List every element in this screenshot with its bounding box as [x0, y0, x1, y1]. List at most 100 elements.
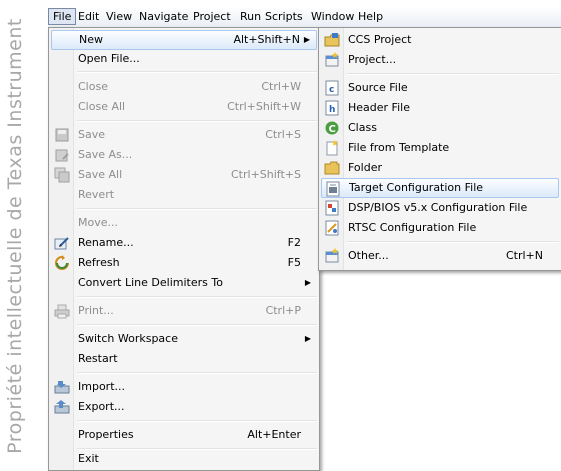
menu-item-label: Convert Line Delimiters To: [78, 276, 223, 289]
menu-edit[interactable]: Edit: [74, 9, 103, 24]
menu-item-switch-workspace[interactable]: Switch Workspace ▶: [51, 329, 317, 349]
menu-separator: [347, 241, 559, 243]
watermark-text: Propriété intellectuelle de Texas Instru…: [4, 17, 27, 454]
menu-item-shortcut: Alt+Shift+N: [233, 33, 300, 46]
menu-item-shortcut: Ctrl+P: [265, 304, 301, 317]
menu-item-label: Open File...: [78, 52, 140, 65]
menu-separator: [77, 208, 317, 210]
submenu-item-class[interactable]: C Class: [321, 118, 559, 138]
submenu-item-folder[interactable]: Folder: [321, 158, 559, 178]
menu-item-new[interactable]: New Alt+Shift+N ▶: [51, 30, 317, 50]
rename-icon: [54, 235, 70, 251]
refresh-icon: [54, 255, 70, 271]
menu-item-import[interactable]: Import...: [51, 377, 317, 397]
menu-item-label: Close All: [78, 100, 126, 113]
submenu-item-rtsc-config[interactable]: RTSC Configuration File: [321, 218, 559, 238]
project-icon: [324, 52, 340, 68]
submenu-item-project[interactable]: Project...: [321, 50, 559, 70]
ccs-project-icon: [324, 32, 340, 48]
menu-item-shortcut: F2: [287, 236, 301, 249]
file-menu: New Alt+Shift+N ▶ Open File... Close Ctr…: [48, 27, 320, 471]
target-config-icon: [325, 181, 341, 197]
menu-item-label: Close: [78, 80, 108, 93]
menu-item-properties[interactable]: Properties Alt+Enter: [51, 425, 317, 445]
menu-separator: [77, 71, 317, 73]
new-submenu: CCS Project Project... c Source File h H…: [318, 27, 561, 271]
menu-item-export[interactable]: Export...: [51, 397, 317, 417]
menu-item-close[interactable]: Close Ctrl+W: [51, 77, 317, 97]
submenu-arrow-icon: ▶: [304, 278, 311, 287]
header-file-icon: h: [324, 100, 340, 116]
folder-icon: [324, 160, 340, 176]
menu-separator: [77, 324, 317, 326]
menu-scripts[interactable]: Scripts: [261, 9, 307, 24]
menu-item-shortcut: Ctrl+Shift+S: [231, 168, 301, 181]
submenu-item-target-configuration-file[interactable]: Target Configuration File: [321, 178, 559, 198]
menu-item-label: Class: [348, 121, 377, 134]
watermark: Propriété intellectuelle de Texas Instru…: [2, 0, 28, 471]
dsp-bios-icon: [324, 200, 340, 216]
submenu-item-header-file[interactable]: h Header File: [321, 98, 559, 118]
svg-text:c: c: [329, 85, 334, 95]
menu-item-revert[interactable]: Revert: [51, 185, 317, 205]
import-icon: [54, 379, 70, 395]
rtsc-config-icon: [324, 220, 340, 236]
menu-item-restart[interactable]: Restart: [51, 349, 317, 369]
submenu-arrow-icon: ▶: [303, 35, 310, 44]
menu-view[interactable]: View: [102, 9, 136, 24]
menu-file[interactable]: File: [48, 8, 77, 25]
menu-item-exit[interactable]: Exit: [51, 449, 317, 469]
menu-item-label: Target Configuration File: [349, 181, 484, 194]
menu-item-label: Switch Workspace: [78, 332, 178, 345]
menu-item-label: Export...: [78, 400, 125, 413]
export-icon: [54, 399, 70, 415]
menu-bar: File Edit View Navigate Project Run Scri…: [48, 7, 561, 28]
menu-item-label: Folder: [348, 161, 382, 174]
menu-item-refresh[interactable]: Refresh F5: [51, 253, 317, 273]
menu-item-label: Import...: [78, 380, 125, 393]
submenu-item-file-from-template[interactable]: File from Template: [321, 138, 559, 158]
menu-item-save-as[interactable]: Save As...: [51, 145, 317, 165]
menu-item-label: Revert: [78, 188, 115, 201]
menu-item-move[interactable]: Move...: [51, 213, 317, 233]
menu-item-label: File from Template: [348, 141, 450, 154]
menu-project[interactable]: Project: [189, 9, 235, 24]
menu-item-print[interactable]: Print... Ctrl+P: [51, 301, 317, 321]
submenu-item-ccs-project[interactable]: CCS Project: [321, 30, 559, 50]
print-icon: [54, 303, 70, 319]
menu-item-label: Refresh: [78, 256, 120, 269]
menu-item-label: CCS Project: [348, 33, 412, 46]
other-icon: [324, 248, 340, 264]
menu-item-save-all[interactable]: Save All Ctrl+Shift+S: [51, 165, 317, 185]
menu-item-label: Exit: [78, 452, 99, 465]
menu-item-label: Header File: [348, 101, 410, 114]
menu-separator: [77, 120, 317, 122]
save-icon: [54, 127, 70, 143]
save-as-icon: [54, 147, 70, 163]
submenu-arrow-icon: ▶: [304, 334, 311, 343]
menu-item-label: Source File: [348, 81, 408, 94]
submenu-item-source-file[interactable]: c Source File: [321, 78, 559, 98]
submenu-item-dsp-bios-config[interactable]: DSP/BIOS v5.x Configuration File: [321, 198, 559, 218]
menu-help[interactable]: Help: [354, 9, 387, 24]
menu-item-label: RTSC Configuration File: [348, 221, 477, 234]
menu-separator: [77, 420, 317, 422]
menu-window[interactable]: Window: [307, 9, 358, 24]
menu-item-label: Save: [78, 128, 106, 141]
menu-item-close-all[interactable]: Close All Ctrl+Shift+W: [51, 97, 317, 117]
menu-item-rename[interactable]: Rename... F2: [51, 233, 317, 253]
menu-item-label: Print...: [78, 304, 114, 317]
menu-separator: [77, 296, 317, 298]
save-all-icon: [54, 167, 70, 183]
menu-item-convert-line-delimiters[interactable]: Convert Line Delimiters To ▶: [51, 273, 317, 293]
submenu-item-other[interactable]: Other... Ctrl+N: [321, 246, 559, 266]
menu-item-open-file[interactable]: Open File...: [51, 49, 317, 69]
menu-item-label: DSP/BIOS v5.x Configuration File: [348, 201, 528, 214]
menu-item-shortcut: Ctrl+Shift+W: [227, 100, 301, 113]
menu-separator: [77, 372, 317, 374]
menu-item-save[interactable]: Save Ctrl+S: [51, 125, 317, 145]
class-icon: C: [324, 120, 340, 136]
menu-navigate[interactable]: Navigate: [135, 9, 192, 24]
menu-item-label: Rename...: [78, 236, 134, 249]
svg-text:C: C: [329, 124, 336, 135]
